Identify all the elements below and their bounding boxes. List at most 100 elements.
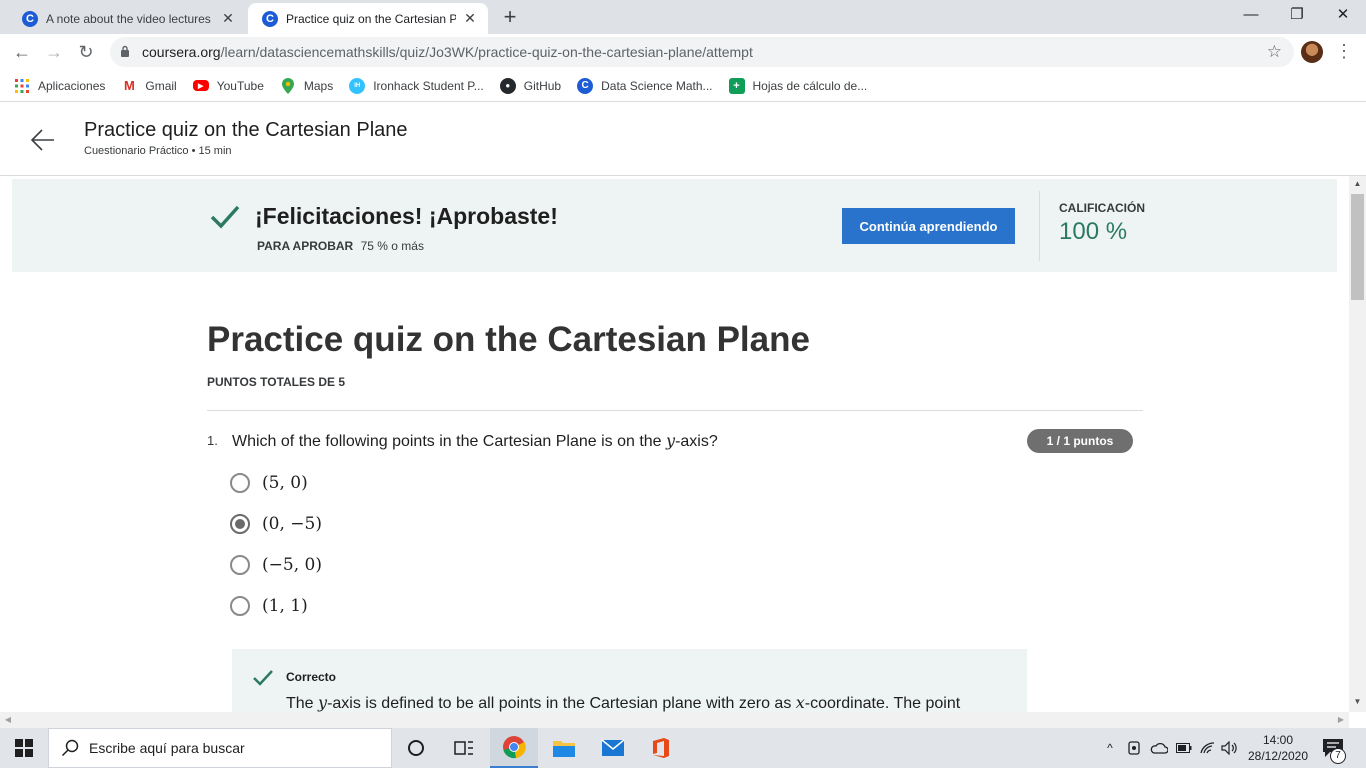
address-bar[interactable]: coursera.org/learn/datasciencemathskills… [110,37,1294,67]
coursera-favicon-icon: C [262,10,278,27]
forward-nav-icon[interactable]: → [42,40,66,64]
vertical-scrollbar[interactable]: ▲ ▼ [1349,176,1366,712]
question-text: Which of the following points in the Car… [232,431,718,451]
scroll-left-icon[interactable]: ◀ [0,712,16,728]
answer-option[interactable]: (0, −5) [230,511,322,537]
bookmark-label: Hojas de cálculo de... [752,78,868,93]
banner-title: ¡Felicitaciones! ¡Aprobaste! [255,203,558,229]
answer-label: (5, 0) [262,473,308,493]
bookmark-aplicaciones[interactable]: Aplicaciones [14,78,105,94]
chrome-taskbar-icon[interactable] [490,728,538,768]
windows-start-icon[interactable] [0,728,48,768]
bookmark-maps[interactable]: Maps [280,77,334,94]
tab-close-icon[interactable]: ✕ [220,10,236,27]
tab-close-icon[interactable]: ✕ [462,10,478,27]
radio-button-selected[interactable] [230,514,250,534]
feedback-title: Correcto [286,670,337,684]
maps-pin-icon [280,77,296,94]
gmail-icon: M [123,78,135,93]
radio-button[interactable] [230,555,250,575]
question-text-part: -axis? [675,433,718,450]
notification-count-badge: 7 [1330,748,1346,764]
close-window-button[interactable]: ✕ [1320,0,1366,30]
cortana-icon[interactable] [392,728,440,768]
total-points: PUNTOS TOTALES DE 5 [207,375,346,389]
taskbar: Escribe aquí para buscar ^ 14:00 28/12/2… [0,728,1366,768]
coursera-icon: C [577,77,594,94]
tab-video-lectures[interactable]: C A note about the video lectures i ✕ [8,3,246,34]
feedback-text: The y-axis is defined to be all points i… [286,693,1016,712]
taskbar-search-input[interactable]: Escribe aquí para buscar [48,728,392,768]
answer-option[interactable]: (−5, 0) [230,552,322,578]
onedrive-icon[interactable] [1148,728,1170,768]
bookmark-youtube[interactable]: ▶ YouTube [192,79,264,93]
question-number: 1. [207,433,218,448]
answer-label: (0, −5) [262,514,322,534]
points-badge: 1 / 1 puntos [1027,429,1133,453]
battery-icon[interactable] [1174,728,1194,768]
bookmark-label: Aplicaciones [38,78,106,93]
office-icon[interactable] [637,728,685,768]
clock-time: 14:00 [1262,733,1294,747]
clock-date: 28/12/2020 [1247,749,1309,763]
scroll-right-icon[interactable]: ▶ [1333,712,1349,728]
tab-title: A note about the video lectures i [46,11,214,26]
divider [207,410,1143,411]
feedback-text-part: -coordinate. The point [804,695,961,712]
reload-icon[interactable]: ↻ [74,40,98,64]
apps-grid-icon [14,78,30,94]
bookmark-gmail[interactable]: M Gmail [121,78,177,94]
task-view-icon[interactable] [440,728,488,768]
divider [1039,191,1040,261]
minimize-button[interactable]: — [1228,0,1274,30]
pass-requirement: PARA APROBAR 75 % o más [257,239,424,253]
bookmark-hojas-de-calculo[interactable]: + Hojas de cálculo de... [728,77,868,94]
math-variable: y [666,431,676,450]
bookmark-github[interactable]: ● GitHub [499,77,562,94]
bookmark-star-icon[interactable]: ☆ [1267,42,1282,62]
back-arrow-icon[interactable] [30,127,56,153]
github-icon: ● [499,77,516,94]
answer-label: (−5, 0) [262,555,322,575]
bookmark-ironhack[interactable]: IH Ironhack Student P... [349,77,484,94]
search-icon [61,739,79,757]
show-hidden-icons-icon[interactable]: ^ [1100,728,1120,768]
radio-button[interactable] [230,596,250,616]
continue-learning-button[interactable]: Continúa aprendiendo [842,208,1015,244]
bookmark-data-science-math[interactable]: C Data Science Math... [577,77,713,94]
feedback-text-part: The [286,695,319,712]
answer-label: (1, 1) [262,596,308,616]
sheets-icon: + [728,77,745,94]
browser-toolbar: ← → ↻ coursera.org/learn/datasciencemath… [0,34,1366,70]
answer-option[interactable]: (5, 0) [230,470,308,496]
url-path: /learn/datasciencemathskills/quiz/Jo3WK/… [220,44,753,60]
tab-practice-quiz[interactable]: C Practice quiz on the Cartesian Pla ✕ [248,3,488,34]
new-tab-button[interactable]: + [498,6,522,30]
wifi-icon[interactable] [1198,728,1218,768]
grade-label: CALIFICACIÓN [1059,201,1145,215]
pass-banner: ¡Felicitaciones! ¡Aprobaste! PARA APROBA… [12,179,1337,272]
scrollbar-thumb[interactable] [1351,194,1364,300]
back-nav-icon[interactable]: ← [10,40,34,64]
bookmark-label: GitHub [523,78,562,93]
answer-option[interactable]: (1, 1) [230,593,308,619]
volume-icon[interactable] [1220,728,1240,768]
pass-label: PARA APROBAR [257,239,354,253]
file-explorer-icon[interactable] [540,728,588,768]
ironhack-icon: IH [349,77,366,94]
mail-icon[interactable] [589,728,637,768]
bookmark-label: Maps [303,78,334,93]
main-content: ¡Felicitaciones! ¡Aprobaste! PARA APROBA… [0,176,1349,712]
maximize-button[interactable]: ❐ [1274,0,1320,30]
profile-avatar[interactable] [1301,41,1323,63]
browser-menu-icon[interactable]: ⋮ [1334,40,1354,64]
horizontal-scrollbar[interactable]: ◀ ▶ [0,712,1349,728]
feedback-box: Correcto The y-axis is defined to be all… [232,649,1027,712]
radio-button[interactable] [230,473,250,493]
meet-now-icon[interactable] [1124,728,1144,768]
clock[interactable]: 14:00 28/12/2020 [1240,732,1316,764]
scroll-down-icon[interactable]: ▼ [1349,694,1366,710]
tab-strip: C A note about the video lectures i ✕ C … [0,0,1366,34]
scroll-up-icon[interactable]: ▲ [1349,176,1366,192]
quiz-title: Practice quiz on the Cartesian Plane [207,320,810,359]
